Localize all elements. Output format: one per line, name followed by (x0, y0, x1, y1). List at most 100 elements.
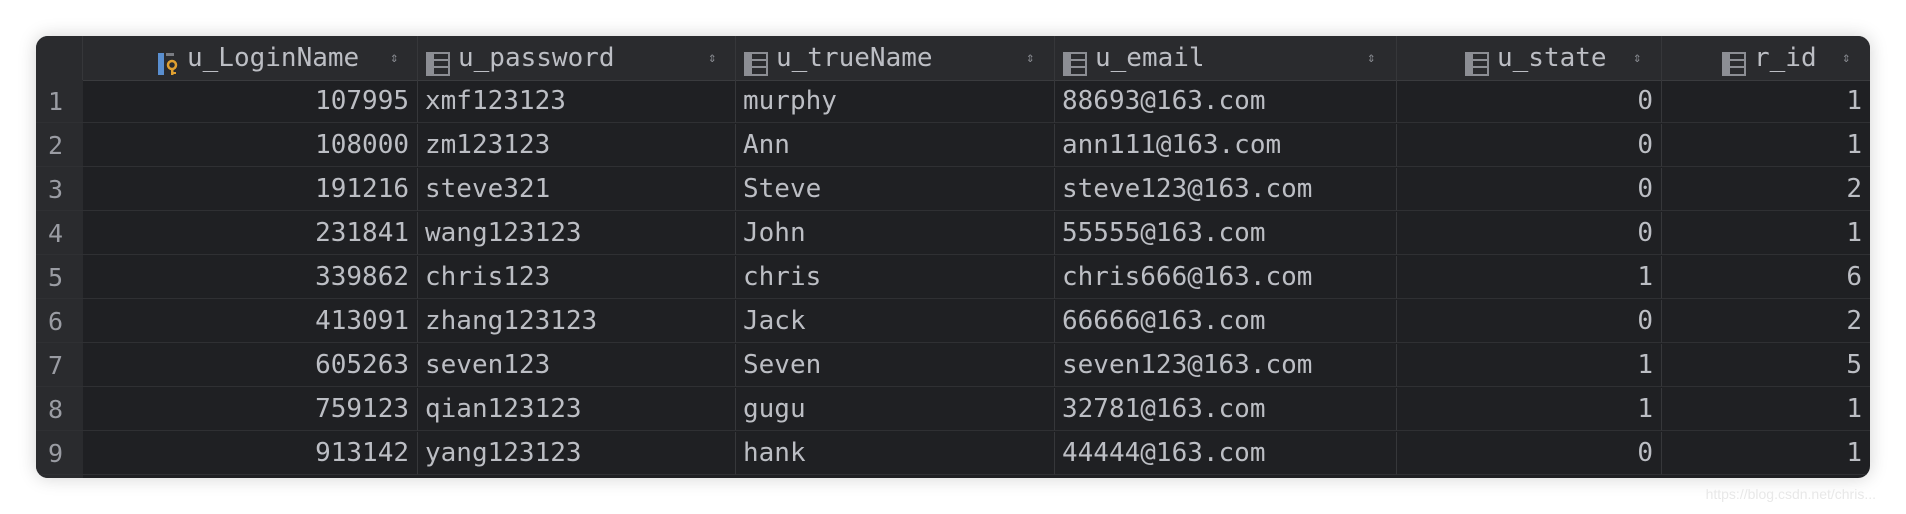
column-icon (1722, 46, 1746, 76)
table-cell[interactable]: Ann (736, 124, 1055, 167)
table-cell[interactable]: 0 (1397, 168, 1662, 211)
row-number: 6 (36, 300, 83, 343)
table-cell[interactable]: Jack (736, 300, 1055, 343)
table-cell[interactable]: 6 (1662, 256, 1870, 299)
table-cell[interactable]: 0 (1397, 300, 1662, 343)
table-row[interactable]: 3 191216 steve321 Steve steve123@163.com 0 2 (36, 168, 1870, 212)
row-number: 4 (36, 212, 83, 255)
primary-key-column-icon (157, 46, 181, 75)
table-cell[interactable]: 1 (1662, 124, 1870, 167)
table-cell[interactable]: chris123 (418, 256, 736, 299)
column-icon (426, 46, 450, 76)
column-header-label: u_email (1095, 43, 1205, 73)
table-cell[interactable]: 44444@163.com (1055, 432, 1397, 475)
row-number: 8 (36, 388, 83, 431)
table-cell[interactable]: steve321 (418, 168, 736, 211)
sort-arrows-icon[interactable]: ⇕ (1367, 36, 1375, 80)
table-row[interactable]: 8 759123 qian123123 gugu 32781@163.com 1 1 (36, 388, 1870, 432)
table-cell[interactable]: 913142 (83, 432, 418, 475)
table-cell[interactable]: 1 (1662, 388, 1870, 431)
table-cell[interactable]: zm123123 (418, 124, 736, 167)
table-cell[interactable]: steve123@163.com (1055, 168, 1397, 211)
column-header-u-truename[interactable]: u_trueName ⇕ (736, 36, 1055, 80)
table-cell[interactable]: 1 (1662, 432, 1870, 475)
table-cell[interactable]: 0 (1397, 212, 1662, 255)
table-cell[interactable]: 108000 (83, 124, 418, 167)
column-header-label: u_LoginName (187, 43, 360, 73)
watermark: https://blog.csdn.net/chris... (1705, 486, 1876, 502)
table-cell[interactable]: chris (736, 256, 1055, 299)
column-header-r-id[interactable]: r_id ⇕ (1662, 36, 1870, 80)
column-header-row: u_LoginName ⇕ u_password ⇕ u_trueName ⇕ … (36, 36, 1870, 81)
table-cell[interactable]: 2 (1662, 168, 1870, 211)
sort-arrows-icon[interactable]: ⇕ (1026, 36, 1034, 80)
table-cell[interactable]: 231841 (83, 212, 418, 255)
column-header-u-email[interactable]: u_email ⇕ (1055, 36, 1397, 80)
table-cell[interactable]: 1 (1397, 256, 1662, 299)
table-cell[interactable]: 1 (1397, 388, 1662, 431)
table-cell[interactable]: gugu (736, 388, 1055, 431)
table-row[interactable]: 5 339862 chris123 chris chris666@163.com 1 6 (36, 256, 1870, 300)
table-cell[interactable]: 191216 (83, 168, 418, 211)
table-cell[interactable]: 413091 (83, 300, 418, 343)
row-number: 2 (36, 124, 83, 167)
table-row[interactable]: 1 107995 xmf123123 murphy 88693@163.com 0 1 (36, 80, 1870, 124)
table-cell[interactable]: 339862 (83, 256, 418, 299)
column-header-label: u_state (1497, 43, 1607, 73)
table-cell[interactable]: 32781@163.com (1055, 388, 1397, 431)
table-row[interactable]: 2 108000 zm123123 Ann ann111@163.com 0 1 (36, 124, 1870, 168)
column-icon (1063, 46, 1087, 76)
table-cell[interactable]: 5 (1662, 344, 1870, 387)
table-row[interactable]: 4 231841 wang123123 John 55555@163.com 0 1 (36, 212, 1870, 256)
table-cell[interactable]: hank (736, 432, 1055, 475)
table-row[interactable]: 7 605263 seven123 Seven seven123@163.com 1 5 (36, 344, 1870, 388)
table-cell[interactable]: John (736, 212, 1055, 255)
column-header-corner (36, 36, 83, 80)
table-cell[interactable]: 605263 (83, 344, 418, 387)
result-grid: u_LoginName ⇕ u_password ⇕ u_trueName ⇕ … (36, 36, 1870, 478)
column-header-label: u_password (458, 43, 615, 73)
table-cell[interactable]: murphy (736, 80, 1055, 123)
row-number: 5 (36, 256, 83, 299)
table-cell[interactable]: qian123123 (418, 388, 736, 431)
table-cell[interactable]: 88693@163.com (1055, 80, 1397, 123)
column-header-label: r_id (1754, 43, 1817, 73)
row-number: 3 (36, 168, 83, 211)
row-number: 9 (36, 432, 83, 475)
row-number: 7 (36, 344, 83, 387)
table-cell[interactable]: 66666@163.com (1055, 300, 1397, 343)
table-cell[interactable]: xmf123123 (418, 80, 736, 123)
query-result-panel: u_LoginName ⇕ u_password ⇕ u_trueName ⇕ … (36, 36, 1870, 478)
table-cell[interactable]: 1 (1662, 212, 1870, 255)
table-cell[interactable]: 55555@163.com (1055, 212, 1397, 255)
table-cell[interactable]: 1 (1397, 344, 1662, 387)
table-cell[interactable]: ann111@163.com (1055, 124, 1397, 167)
table-row[interactable]: 9 913142 yang123123 hank 44444@163.com 0 1 (36, 432, 1870, 476)
table-cell[interactable]: chris666@163.com (1055, 256, 1397, 299)
table-cell[interactable]: seven123@163.com (1055, 344, 1397, 387)
table-cell[interactable]: 1 (1662, 80, 1870, 123)
column-icon (744, 46, 768, 76)
table-cell[interactable]: Steve (736, 168, 1055, 211)
table-row[interactable]: 6 413091 zhang123123 Jack 66666@163.com 0 2 (36, 300, 1870, 344)
table-cell[interactable]: 0 (1397, 80, 1662, 123)
column-header-label: u_trueName (776, 43, 933, 73)
table-cell[interactable]: Seven (736, 344, 1055, 387)
table-cell[interactable]: wang123123 (418, 212, 736, 255)
table-cell[interactable]: 0 (1397, 124, 1662, 167)
table-cell[interactable]: 759123 (83, 388, 418, 431)
table-cell[interactable]: yang123123 (418, 432, 736, 475)
table-cell[interactable]: zhang123123 (418, 300, 736, 343)
table-cell[interactable]: seven123 (418, 344, 736, 387)
sort-arrows-icon[interactable]: ⇕ (1842, 36, 1850, 80)
row-number: 1 (36, 80, 83, 123)
table-cell[interactable]: 2 (1662, 300, 1870, 343)
table-cell[interactable]: 0 (1397, 432, 1662, 475)
sort-arrows-icon[interactable]: ⇕ (708, 36, 716, 80)
sort-arrows-icon[interactable]: ⇕ (1633, 36, 1641, 80)
column-header-u-loginname[interactable]: u_LoginName ⇕ (83, 36, 418, 80)
column-header-u-password[interactable]: u_password ⇕ (418, 36, 736, 80)
sort-arrows-icon[interactable]: ⇕ (390, 36, 398, 80)
column-header-u-state[interactable]: u_state ⇕ (1397, 36, 1662, 80)
table-cell[interactable]: 107995 (83, 80, 418, 123)
